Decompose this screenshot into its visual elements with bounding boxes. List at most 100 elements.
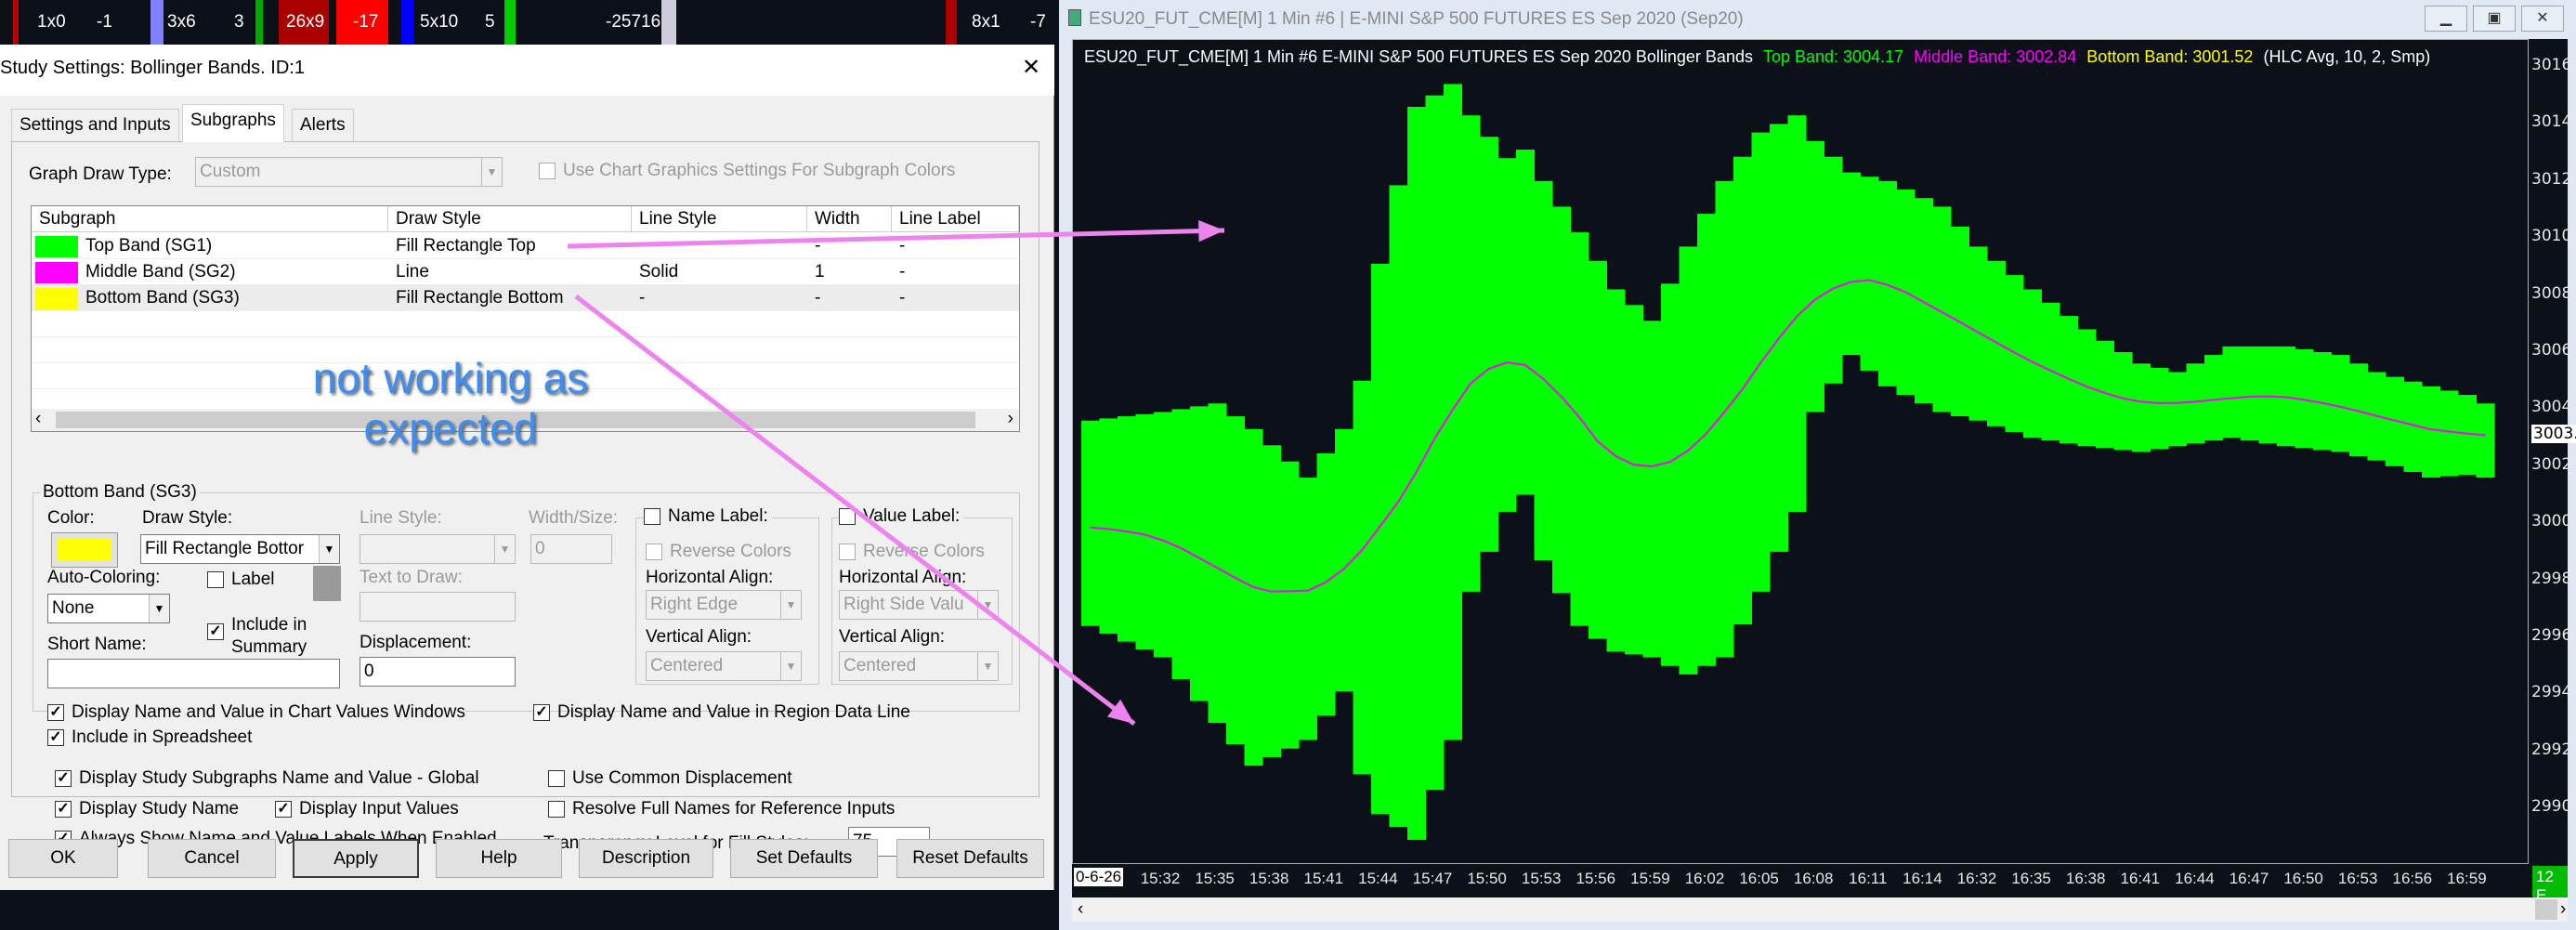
chart-scrollbar[interactable]: ‹ › (1072, 897, 2568, 922)
input-values-checkbox[interactable]: ✓ Display Input Values (275, 799, 459, 819)
band-bar (1099, 418, 1118, 635)
band-bar (1244, 428, 1263, 766)
band-bar (2023, 289, 2042, 439)
band-bar (1589, 260, 1607, 639)
checkbox-box[interactable]: ✓ (207, 623, 224, 640)
dialog-title-bar[interactable]: Study Settings: Bollinger Bands. ID:1 ✕ (0, 45, 1054, 96)
reverse-colors-checkbox[interactable]: Reverse Colors (646, 542, 791, 562)
region-data-checkbox[interactable]: ✓ Display Name and Value in Region Data L… (533, 702, 910, 723)
name-label-checkbox[interactable]: Name Label: (644, 506, 772, 527)
ok-button[interactable]: OK (8, 839, 118, 878)
name-v-align-select[interactable]: Centered ▼ (646, 651, 802, 681)
checkbox-box[interactable]: ✓ (47, 729, 64, 746)
checkbox-box[interactable] (539, 163, 556, 179)
chevron-down-icon: ▼ (481, 158, 502, 186)
tab-subgraphs[interactable]: Subgraphs (182, 104, 284, 142)
checkbox-box[interactable]: ✓ (55, 770, 72, 787)
global-checkbox[interactable]: ✓ Display Study Subgraphs Name and Value … (55, 768, 479, 789)
chart-plot-area[interactable]: ESU20_FUT_CME[M] 1 Min #6 E-MINI S&P 500… (1072, 39, 2529, 864)
scroll-left-icon[interactable]: ‹ (1078, 899, 1083, 920)
close-icon[interactable]: ✕ (1022, 54, 1040, 81)
value-label-checkbox[interactable]: Value Label: (839, 506, 964, 527)
draw-style-label: Draw Style: (142, 508, 233, 528)
column-header[interactable]: Subgraph (32, 206, 388, 232)
checkbox-box[interactable] (839, 508, 856, 525)
checkbox-box[interactable] (207, 571, 224, 588)
line-style-cell: - (639, 288, 646, 308)
select-value: Right Side Valu (843, 595, 964, 614)
vertical-align-label: Vertical Align: (646, 627, 752, 647)
name-h-align-select[interactable]: Right Edge ▼ (646, 590, 802, 620)
band-bar (1497, 158, 1517, 512)
table-row[interactable]: Bottom Band (SG3) Fill Rectangle Bottom … (32, 285, 1019, 311)
table-row[interactable]: Top Band (SG1) Fill Rectangle Top - - - (32, 233, 1019, 259)
checkbox-box[interactable] (839, 544, 856, 560)
column-header[interactable]: Draw Style (388, 206, 632, 232)
include-in-summary-checkbox[interactable]: ✓ Include in Summary (207, 614, 307, 659)
checkbox-label: Resolve Full Names for Reference Inputs (572, 799, 896, 819)
auto-coloring-select[interactable]: None ▼ (47, 594, 170, 623)
line-style-select[interactable]: ▼ (360, 534, 516, 564)
tab-settings-and-inputs[interactable]: Settings and Inputs (11, 109, 179, 142)
value-h-align-select[interactable]: Right Side Valu ▼ (839, 590, 999, 620)
price-tick-label: 3002.00 (2531, 454, 2576, 474)
apply-button[interactable]: Apply (293, 839, 419, 878)
cancel-button[interactable]: Cancel (148, 839, 276, 878)
table-row[interactable]: Middle Band (SG2) Line Solid 1 - (32, 259, 1019, 285)
checkbox-box[interactable]: ✓ (533, 704, 550, 721)
scrollbar-thumb[interactable] (2535, 899, 2557, 920)
checkbox-box[interactable] (548, 770, 565, 787)
minimize-icon[interactable]: ▁ (2425, 6, 2467, 32)
chart-values-checkbox[interactable]: ✓ Display Name and Value in Chart Values … (47, 702, 465, 723)
study-name-checkbox[interactable]: ✓ Display Study Name (55, 799, 239, 819)
restore-icon[interactable]: ▣ (2473, 6, 2516, 32)
checkbox-box[interactable] (644, 508, 660, 525)
label-checkbox[interactable]: Label (207, 570, 275, 590)
checkbox-box[interactable] (548, 801, 565, 818)
time-axis[interactable]: 0-6-26 15:32 15:35 15:38 15:41 15:44 15:47 15:… (1072, 864, 2568, 907)
checkbox-box[interactable]: ✓ (47, 704, 64, 721)
help-button[interactable]: Help (436, 839, 562, 878)
common-displacement-checkbox[interactable]: Use Common Displacement (548, 768, 792, 789)
use-chart-graphics-checkbox[interactable]: Use Chart Graphics Settings For Subgraph… (539, 161, 955, 181)
width-size-spinner[interactable]: 0 (530, 534, 612, 564)
column-header[interactable]: Line Style (632, 206, 807, 232)
tab-alerts[interactable]: Alerts (292, 109, 354, 142)
time-tick-label: 16:50 (2283, 870, 2323, 887)
scroll-right-icon[interactable]: › (1008, 409, 1013, 429)
checkbox-box[interactable] (646, 544, 662, 560)
band-bar (1371, 263, 1390, 815)
reset-defaults-button[interactable]: Reset Defaults (896, 839, 1044, 878)
line-label-cell: - (899, 236, 906, 255)
draw-style-cell: Line (396, 262, 429, 282)
spreadsheet-checkbox[interactable]: ✓ Include in Spreadsheet (47, 727, 252, 748)
column-header[interactable]: Line Label (892, 206, 1019, 232)
quote-text: -1 (97, 12, 112, 32)
description-button[interactable]: Description (579, 839, 713, 878)
resolve-names-checkbox[interactable]: Resolve Full Names for Reference Inputs (548, 799, 895, 819)
text-to-draw-input[interactable] (360, 592, 516, 622)
reverse-colors-checkbox[interactable]: Reverse Colors (839, 542, 985, 562)
chevron-down-icon: ▼ (494, 535, 515, 563)
checkbox-box[interactable]: ✓ (55, 801, 72, 818)
line-style-cell: - (639, 236, 646, 255)
draw-style-select[interactable]: Fill Rectangle Bottor ▼ (140, 534, 340, 564)
input-value: 0 (364, 661, 374, 681)
scroll-right-icon[interactable]: › (2560, 899, 2566, 920)
value-v-align-select[interactable]: Centered ▼ (839, 651, 999, 681)
scroll-left-icon[interactable]: ‹ (35, 409, 41, 429)
dialog-title: Study Settings: Bollinger Bands. ID:1 (0, 58, 305, 78)
checkbox-label: Display Study Name (79, 799, 240, 819)
graph-draw-type-select[interactable]: Custom ▼ (195, 157, 503, 187)
label-color-button[interactable] (313, 566, 341, 601)
close-icon[interactable]: ✕ (2521, 6, 2564, 32)
short-name-input[interactable] (47, 659, 340, 688)
color-button[interactable] (51, 532, 118, 568)
checkbox-label: Display Input Values (299, 799, 459, 819)
chevron-down-icon: ▼ (149, 595, 169, 622)
checkbox-box[interactable]: ✓ (275, 801, 292, 818)
column-header[interactable]: Width (807, 206, 892, 232)
set-defaults-button[interactable]: Set Defaults (730, 839, 878, 878)
line-label-cell: - (899, 288, 906, 308)
displacement-spinner[interactable]: 0 (360, 657, 516, 687)
